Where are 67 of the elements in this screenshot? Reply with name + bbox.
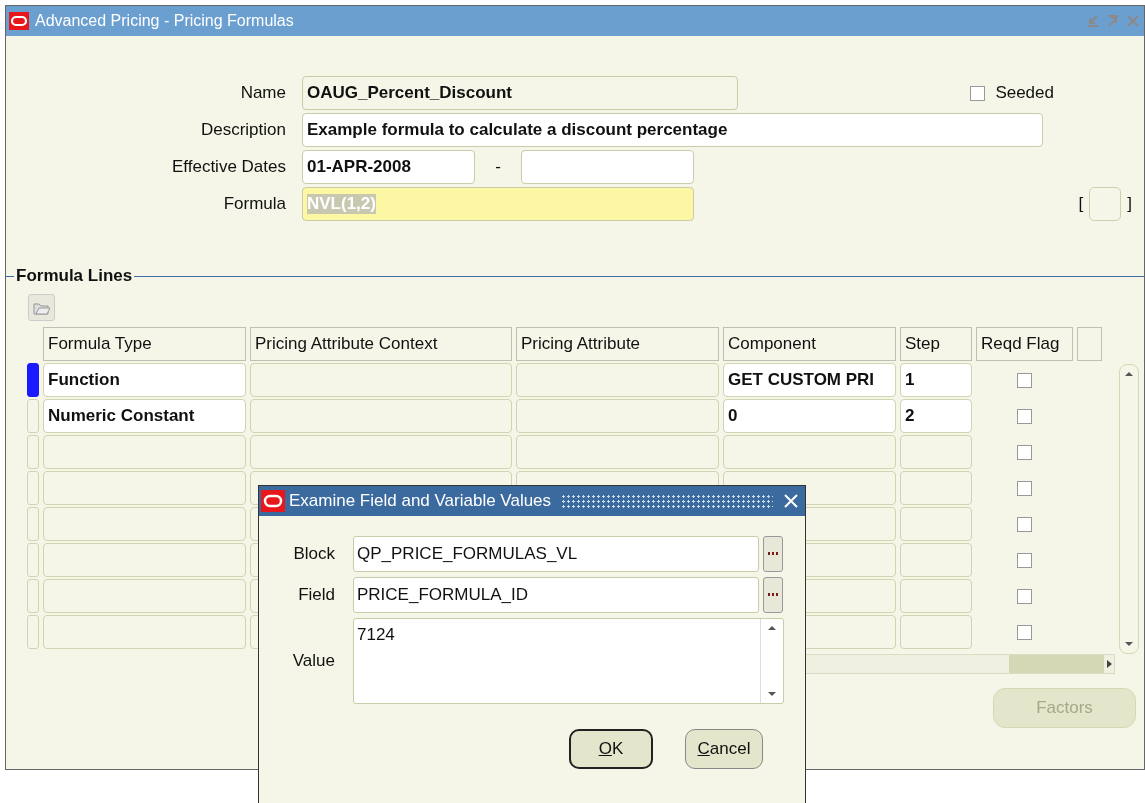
column-header: Pricing Attribute Context xyxy=(250,327,512,361)
reqd-flag-checkbox[interactable] xyxy=(1017,372,1032,388)
reqd-flag-checkbox[interactable] xyxy=(1017,588,1032,604)
scroll-up-icon[interactable] xyxy=(1123,369,1135,379)
description-field[interactable]: Example formula to calculate a discount percentage xyxy=(302,113,1043,147)
date-separator: - xyxy=(494,157,502,177)
cancel-button[interactable]: Cancel xyxy=(685,729,763,769)
table-cell xyxy=(900,615,972,649)
column-header: Formula Type xyxy=(43,327,246,361)
oracle-logo-icon xyxy=(9,12,29,30)
list-of-values-button[interactable] xyxy=(763,577,783,613)
table-cell: 1 xyxy=(900,363,972,397)
table-cell xyxy=(900,435,972,469)
table-cell xyxy=(900,507,972,541)
column-header: Reqd Flag xyxy=(976,327,1073,361)
reqd-flag-checkbox[interactable] xyxy=(1017,516,1032,532)
description-label: Description xyxy=(199,120,287,140)
table-cell: Function xyxy=(43,363,246,397)
value-label: Value xyxy=(291,651,336,671)
block-label: Block xyxy=(292,544,336,564)
field-label: Field xyxy=(297,585,336,605)
table-cell: 2 xyxy=(900,399,972,433)
date-to-field[interactable] xyxy=(521,150,694,184)
value-field[interactable]: 7124 xyxy=(353,618,784,704)
seeded-label: Seeded xyxy=(995,83,1054,103)
scroll-up-icon[interactable] xyxy=(766,623,778,633)
block-field[interactable]: QP_PRICE_FORMULAS_VL xyxy=(353,536,759,572)
reqd-flag-checkbox[interactable] xyxy=(1017,444,1032,460)
table-cell: 0 xyxy=(723,399,896,433)
section-title: Formula Lines xyxy=(15,266,134,286)
reqd-flag-checkbox[interactable] xyxy=(1017,552,1032,568)
flexfield-open-bracket: [ xyxy=(1078,194,1084,214)
dialog-title: Examine Field and Variable Values xyxy=(289,491,552,511)
column-header: Step xyxy=(900,327,972,361)
title-grip[interactable] xyxy=(561,494,773,508)
vertical-scrollbar[interactable] xyxy=(1119,364,1139,654)
name-label: Name xyxy=(239,83,287,103)
table-cell: Numeric Constant xyxy=(43,399,246,433)
effective-dates-label: Effective Dates xyxy=(170,157,287,177)
reqd-flag-checkbox[interactable] xyxy=(1017,480,1032,496)
table-cell: GET CUSTOM PRI xyxy=(723,363,896,397)
ok-button[interactable]: OK xyxy=(569,729,653,769)
flexfield-box[interactable] xyxy=(1089,187,1122,221)
scroll-down-icon[interactable] xyxy=(1123,639,1135,649)
column-header: Pricing Attribute xyxy=(516,327,719,361)
open-folder-button[interactable] xyxy=(28,294,55,321)
column-header: Component xyxy=(723,327,896,361)
table-cell xyxy=(900,471,972,505)
name-field[interactable]: OAUG_Percent_Discount xyxy=(302,76,738,110)
window-title: Advanced Pricing - Pricing Formulas xyxy=(35,12,294,30)
table-cell xyxy=(900,543,972,577)
ellipsis-icon xyxy=(768,593,778,597)
ellipsis-icon xyxy=(768,552,778,556)
column-header xyxy=(1077,327,1102,361)
oracle-logo-icon xyxy=(261,490,285,512)
reqd-flag-checkbox[interactable] xyxy=(1017,408,1032,424)
table-cell xyxy=(900,579,972,613)
scroll-down-icon[interactable] xyxy=(766,689,778,699)
scrollbar-thumb[interactable] xyxy=(1009,655,1104,673)
field-field[interactable]: PRICE_FORMULA_ID xyxy=(353,577,759,613)
reqd-flag-checkbox[interactable] xyxy=(1017,624,1032,640)
seeded-checkbox[interactable] xyxy=(970,85,986,101)
list-of-values-button[interactable] xyxy=(763,536,783,572)
formula-label: Formula xyxy=(222,194,287,214)
flexfield-close-bracket: ] xyxy=(1127,194,1132,214)
date-from-field[interactable]: 01-APR-2008 xyxy=(302,150,475,184)
row-selector[interactable] xyxy=(27,363,39,397)
